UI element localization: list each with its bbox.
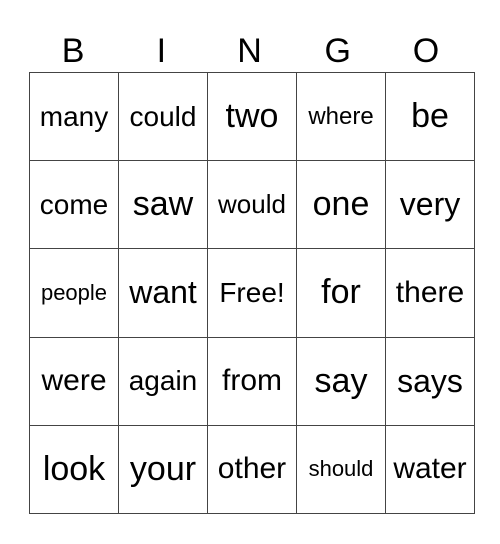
bingo-cell[interactable]: two: [207, 71, 297, 162]
bingo-cell[interactable]: would: [207, 160, 297, 250]
bingo-cell[interactable]: there: [385, 248, 475, 338]
bingo-cell[interactable]: very: [385, 160, 475, 250]
bingo-cell[interactable]: other: [207, 424, 297, 515]
grid-row: look your other should water: [29, 424, 475, 515]
bingo-cell[interactable]: saw: [118, 160, 208, 250]
free-space-cell[interactable]: Free!: [207, 248, 297, 338]
bingo-cell[interactable]: water: [385, 424, 475, 515]
bingo-cell[interactable]: again: [118, 336, 208, 426]
grid-row: come saw would one very: [29, 160, 475, 250]
bingo-cell[interactable]: want: [118, 248, 208, 338]
header-letter-n: N: [237, 32, 262, 70]
grid-row: many could two where be: [29, 71, 475, 162]
grid-row: people want Free! for there: [29, 248, 475, 338]
bingo-cell[interactable]: says: [385, 336, 475, 426]
bingo-cell[interactable]: say: [296, 336, 386, 426]
grid-row: were again from say says: [29, 336, 475, 426]
bingo-cell[interactable]: come: [29, 160, 119, 250]
bingo-cell[interactable]: be: [385, 71, 475, 162]
bingo-grid: many could two where be come saw would o…: [29, 71, 475, 515]
bingo-cell[interactable]: your: [118, 424, 208, 515]
bingo-cell[interactable]: one: [296, 160, 386, 250]
bingo-cell[interactable]: for: [296, 248, 386, 338]
header-letter-g: G: [324, 32, 351, 70]
bingo-cell[interactable]: many: [29, 71, 119, 162]
bingo-cell[interactable]: could: [118, 71, 208, 162]
bingo-cell[interactable]: should: [296, 424, 386, 515]
header-letter-o: O: [412, 32, 440, 70]
bingo-header: B I N G O: [29, 30, 470, 72]
bingo-cell[interactable]: from: [207, 336, 297, 426]
header-letter-b: B: [61, 32, 85, 70]
bingo-cell[interactable]: where: [296, 71, 386, 162]
bingo-cell[interactable]: people: [29, 248, 119, 338]
header-letter-i: I: [156, 32, 167, 70]
bingo-cell[interactable]: were: [29, 336, 119, 426]
bingo-cell[interactable]: look: [29, 424, 119, 515]
